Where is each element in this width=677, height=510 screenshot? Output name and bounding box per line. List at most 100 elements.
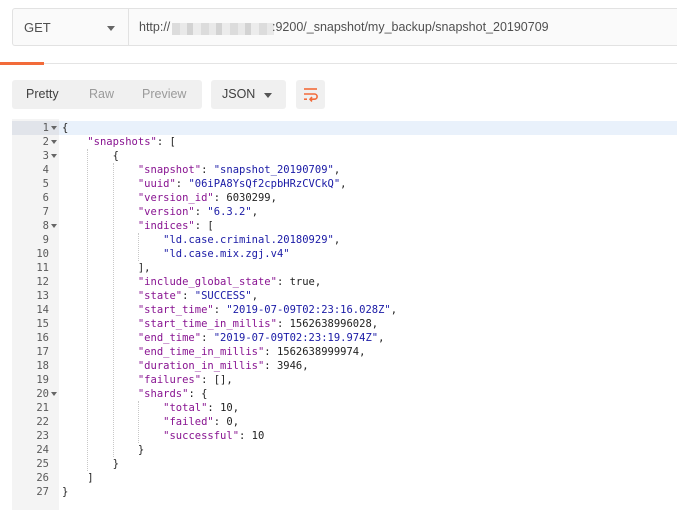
code-token: : [213, 416, 227, 428]
code-line: 7 "version": "6.3.2", [12, 205, 677, 219]
code-token: "end_time_in_millis" [137, 346, 265, 358]
indent-guide [112, 163, 114, 457]
code-text-area: "ld.case.criminal.20180929", [59, 233, 677, 247]
line-number: 26 [36, 472, 49, 484]
code-text-area: "snapshot": "snapshot_20190709", [59, 163, 677, 177]
code-token: 6030299 [226, 192, 271, 204]
line-number-cell: 14 [12, 303, 59, 317]
line-number: 15 [36, 318, 49, 330]
view-preview-button[interactable]: Preview [142, 87, 186, 101]
code-line: 17 "end_time_in_millis": 1562638999974, [12, 345, 677, 359]
code-token: : [207, 402, 221, 414]
code-text: "uuid": "06iPA8YsQf2cpbHRzCVCkQ", [62, 177, 347, 191]
fold-toggle-icon[interactable] [51, 224, 57, 228]
wrap-lines-button[interactable] [296, 80, 325, 109]
request-bar: GET http:// :9200/_snapshot/my_backup/sn… [0, 0, 677, 55]
line-number: 11 [36, 262, 49, 274]
view-raw-button[interactable]: Raw [89, 87, 114, 101]
fold-toggle-icon[interactable] [51, 392, 57, 396]
redacted-host [172, 23, 274, 35]
line-number: 7 [42, 206, 49, 218]
line-number-cell: 3 [12, 149, 59, 163]
code-line: 19 "failures": [], [12, 373, 677, 387]
code-token: "include_global_state" [137, 276, 277, 288]
fold-toggle-icon[interactable] [51, 154, 57, 158]
code-token: , [333, 164, 341, 176]
code-text: { [62, 149, 119, 163]
response-body-viewer[interactable]: 1{2 "snapshots": [3 {4 "snapshot": "snap… [12, 119, 677, 510]
code-token: : [264, 346, 277, 358]
line-number: 27 [36, 486, 49, 498]
line-number: 19 [36, 374, 49, 386]
code-text-area: { [59, 149, 677, 163]
line-number: 16 [36, 332, 49, 344]
code-token: : [213, 304, 227, 316]
line-number: 24 [36, 444, 49, 456]
code-line: 13 "state": "SUCCESS", [12, 289, 677, 303]
code-text-area: "end_time_in_millis": 1562638999974, [59, 345, 677, 359]
code-text: "version_id": 6030299, [62, 191, 277, 205]
code-token: 1562638999974 [276, 346, 360, 358]
line-number-cell: 22 [12, 415, 59, 429]
line-number-cell: 24 [12, 443, 59, 457]
code-token: , [232, 402, 240, 414]
code-token: "indices" [137, 220, 195, 232]
code-token: : [], [201, 374, 233, 386]
code-token: , [314, 276, 322, 288]
code-text: "include_global_state": true, [62, 275, 321, 289]
line-number-cell: 19 [12, 373, 59, 387]
code-token: : [ [156, 136, 176, 148]
code-text-area: "start_time": "2019-07-09T02:23:16.028Z"… [59, 303, 677, 317]
code-line: 3 { [12, 149, 677, 163]
code-token: 1562638996028 [289, 318, 372, 330]
tab-divider [0, 63, 677, 64]
line-number: 9 [42, 234, 49, 246]
code-line: 5 "uuid": "06iPA8YsQf2cpbHRzCVCkQ", [12, 177, 677, 191]
line-number: 20 [36, 388, 49, 400]
code-token: : [ [194, 220, 214, 232]
code-line: 1{ [12, 121, 677, 135]
fold-toggle-icon[interactable] [51, 126, 57, 130]
code-text: "end_time_in_millis": 1562638999974, [62, 345, 366, 359]
chevron-down-icon [107, 26, 115, 31]
code-text: "ld.case.mix.zgj.v4" [62, 247, 289, 261]
code-token: , [302, 360, 309, 372]
code-token: "2019-07-09T02:23:16.028Z" [226, 304, 391, 316]
code-token: , [340, 178, 347, 190]
code-text-area: ], [59, 261, 677, 275]
code-line: 11 ], [12, 261, 677, 275]
line-number: 13 [36, 290, 49, 302]
code-text: "start_time_in_millis": 1562638996028, [62, 317, 378, 331]
code-token: "snapshots" [87, 136, 157, 148]
line-number: 22 [36, 416, 49, 428]
active-tab-indicator [0, 62, 44, 65]
view-pretty-button[interactable]: Pretty [26, 87, 59, 101]
chevron-down-icon [264, 93, 272, 98]
code-text: "successful": 10 [62, 429, 264, 443]
method-dropdown[interactable]: GET [12, 8, 128, 46]
code-line: 10 "ld.case.mix.zgj.v4" [12, 247, 677, 261]
code-token: , [251, 290, 259, 302]
code-token: : [213, 192, 227, 204]
code-text-area: ] [59, 471, 677, 485]
code-text-area: "state": "SUCCESS", [59, 289, 677, 303]
code-token: 10 [220, 402, 233, 414]
line-number: 21 [36, 402, 49, 414]
code-token: : [239, 430, 252, 442]
url-input[interactable]: http:// :9200/_snapshot/my_backup/snapsh… [128, 8, 677, 46]
fold-toggle-icon[interactable] [51, 140, 57, 144]
code-text-area: "version_id": 6030299, [59, 191, 677, 205]
code-text: "ld.case.criminal.20180929", [62, 233, 340, 247]
line-number-cell: 15 [12, 317, 59, 331]
code-text: { [62, 121, 68, 135]
format-dropdown[interactable]: JSON [211, 80, 286, 109]
line-number-cell: 21 [12, 401, 59, 415]
code-text-area: "successful": 10 [59, 429, 677, 443]
line-number: 1 [42, 122, 49, 134]
code-token: { [62, 122, 69, 134]
code-text: "version": "6.3.2", [62, 205, 258, 219]
